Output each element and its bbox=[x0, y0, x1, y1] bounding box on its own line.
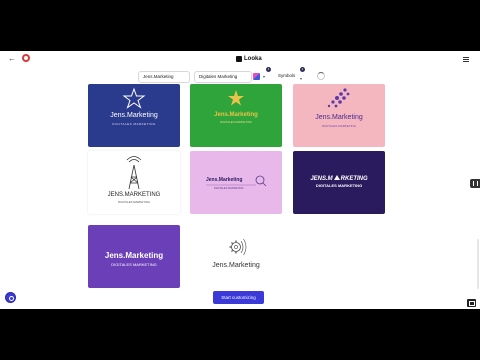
logo-name: Jens.Marketing bbox=[206, 177, 243, 183]
menu-icon[interactable] bbox=[463, 57, 469, 62]
logo-name: JENS.M RKETING bbox=[293, 175, 385, 182]
logo-card[interactable]: Jens.Marketing DIGITALES MARKETING bbox=[190, 84, 282, 147]
symbols-count-badge: 1 bbox=[300, 67, 305, 72]
logo-tagline: DIGITALES MARKETING bbox=[112, 122, 156, 126]
notification-icon[interactable] bbox=[22, 54, 30, 62]
logo-name-end: RKETING bbox=[340, 176, 368, 182]
logo-tagline: DIGITALES MARKETING bbox=[214, 187, 244, 190]
colors-count-badge: 1 bbox=[266, 67, 271, 72]
logo-name: Jens.Marketing bbox=[110, 112, 158, 119]
logo-card[interactable]: Jens.Marketing DIGITALES MARKETING bbox=[190, 151, 282, 214]
triangle-icon bbox=[333, 175, 340, 180]
logo-card[interactable]: JENS.MARKETING DIGITALES MARKETING bbox=[88, 151, 180, 214]
color-filter-swatch[interactable] bbox=[253, 73, 260, 80]
logo-tagline: DIGITALES MARKETING bbox=[321, 124, 357, 128]
logo-name: Jens.Marketing bbox=[104, 251, 164, 260]
logo-name: JENS.MARKETING bbox=[107, 192, 161, 198]
help-icon[interactable] bbox=[5, 292, 16, 303]
looka-logo-icon bbox=[236, 56, 242, 62]
start-customizing-button[interactable]: Start customizing bbox=[213, 291, 264, 304]
tower-icon bbox=[126, 156, 142, 190]
logo-tagline: DIGITALES MARKETING bbox=[220, 120, 252, 124]
brand[interactable]: Looka bbox=[236, 54, 262, 64]
back-arrow-icon[interactable]: ← bbox=[8, 55, 16, 63]
logo-card[interactable]: Jens.Marketing DIGITALES MARKETING bbox=[293, 84, 385, 147]
symbols-filter[interactable]: Symbols bbox=[274, 71, 300, 83]
logo-name: Jens.Marketing bbox=[212, 262, 260, 269]
side-panel-toggle-icon[interactable] bbox=[470, 179, 480, 188]
logo-tagline: DIGITALES MARKETING bbox=[118, 200, 150, 204]
chevron-down-icon[interactable]: ▾ bbox=[300, 76, 302, 81]
logo-card[interactable]: Jens.Marketing DIGITALES MARKETING bbox=[88, 225, 180, 288]
loading-spinner-icon bbox=[317, 72, 325, 80]
top-bar: ← Looka bbox=[0, 51, 480, 69]
logo-card[interactable]: JENS.M RKETING DIGITALES MARKETING bbox=[293, 151, 385, 214]
filter-bar: Jens.Marketing Digitales Marketing 1 ▾ S… bbox=[0, 67, 480, 85]
brand-name: Looka bbox=[244, 56, 262, 62]
app-screen: ← Looka Jens.Marketing Digitales Marketi… bbox=[0, 51, 480, 309]
logo-name: Jens.Marketing bbox=[214, 112, 258, 118]
logo-card[interactable]: Jens.Marketing bbox=[190, 225, 282, 288]
chevron-down-icon[interactable]: ▾ bbox=[263, 74, 265, 79]
logo-name: Jens.Marketing bbox=[315, 114, 363, 121]
company-name-input[interactable]: Jens.Marketing bbox=[138, 71, 190, 83]
gear-icon bbox=[229, 238, 247, 256]
logo-card[interactable]: Jens.Marketing DIGITALES MARKETING bbox=[88, 84, 180, 147]
industry-input[interactable]: Digitales Marketing bbox=[194, 71, 252, 83]
fullscreen-icon[interactable] bbox=[467, 299, 476, 307]
logo-name-start: JENS.M bbox=[310, 176, 333, 182]
logo-tagline: DIGITALES MARKETING bbox=[315, 183, 363, 188]
logo-tagline: DIGITALES MARKETING bbox=[111, 262, 157, 267]
scrollbar[interactable] bbox=[477, 239, 479, 289]
